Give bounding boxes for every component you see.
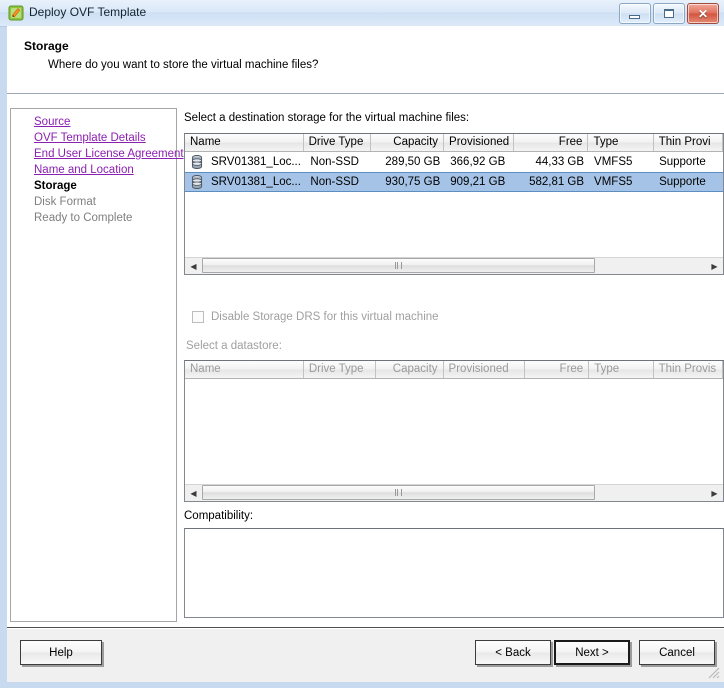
column-header-name[interactable]: Name — [185, 134, 304, 151]
datastore-icon — [191, 175, 203, 189]
cell-type: VMFS5 — [589, 173, 654, 192]
title-bar: Deploy OVF Template ✕ — [0, 0, 724, 27]
cell-thin-prov: Supporte — [654, 173, 723, 192]
wizard-steps-panel: Source OVF Template Details End User Lic… — [10, 108, 177, 622]
column-header-drive-type[interactable]: Drive Type — [304, 134, 371, 151]
cell-capacity: 930,75 GB — [372, 173, 445, 192]
back-button[interactable]: < Back — [475, 640, 551, 665]
cell-drive-type: Non-SSD — [305, 153, 372, 172]
destination-storage-table[interactable]: Name Drive Type Capacity Provisioned Fre… — [184, 133, 724, 275]
help-button[interactable]: Help — [20, 640, 102, 665]
column-header-type: Type — [589, 361, 653, 378]
ovf-template-icon — [8, 5, 24, 21]
horizontal-scrollbar: ◀ ▶ — [185, 484, 723, 501]
column-header-type[interactable]: Type — [588, 134, 653, 151]
datastore-table: Name Drive Type Capacity Provisioned Fre… — [184, 360, 724, 502]
cell-name: SRV01381_Loc... — [206, 153, 305, 172]
wizard-steps-list: Source OVF Template Details End User Lic… — [34, 114, 184, 226]
cell-type: VMFS5 — [589, 153, 654, 172]
scroll-left-icon: ◀ — [185, 485, 202, 501]
grip-icon — [395, 262, 402, 269]
column-header-free: Free — [525, 361, 589, 378]
window-controls: ✕ — [619, 3, 719, 23]
disable-sdrs-row: Disable Storage DRS for this virtual mac… — [192, 311, 439, 323]
destination-storage-caption: Select a destination storage for the vir… — [184, 112, 469, 124]
minimize-button[interactable] — [619, 3, 651, 24]
next-button[interactable]: Next > — [554, 640, 630, 665]
horizontal-scrollbar[interactable]: ◀ ▶ — [185, 257, 723, 274]
scroll-left-icon[interactable]: ◀ — [185, 258, 202, 274]
disable-sdrs-checkbox — [192, 311, 204, 323]
grip-icon — [395, 489, 402, 496]
cell-provisioned: 909,21 GB — [445, 173, 515, 192]
cell-thin-prov: Supporte — [654, 153, 723, 172]
column-header-capacity: Capacity — [376, 361, 443, 378]
cell-free: 44,33 GB — [515, 153, 589, 172]
sidebar-item-ovf-details[interactable]: OVF Template Details — [34, 130, 184, 146]
sidebar-item-name-location[interactable]: Name and Location — [34, 162, 184, 178]
page-title: Storage — [24, 39, 69, 53]
table-header-row: Name Drive Type Capacity Provisioned Fre… — [185, 361, 723, 379]
storage-content-panel: Select a destination storage for the vir… — [182, 108, 724, 622]
column-header-provisioned: Provisioned — [444, 361, 525, 378]
scrollbar-thumb[interactable] — [202, 258, 595, 273]
scrollbar-track[interactable] — [202, 258, 706, 274]
datastore-caption: Select a datastore: — [186, 340, 282, 352]
close-icon: ✕ — [688, 4, 718, 23]
cell-capacity: 289,50 GB — [372, 153, 445, 172]
column-header-free[interactable]: Free — [514, 134, 588, 151]
datastore-icon — [191, 155, 203, 169]
footer-bar: Help < Back Next > Cancel — [7, 628, 724, 682]
sidebar-item-disk-format: Disk Format — [34, 194, 184, 210]
column-header-capacity[interactable]: Capacity — [371, 134, 444, 151]
compatibility-textbox — [184, 528, 724, 618]
column-header-provisioned[interactable]: Provisioned — [444, 134, 514, 151]
cell-provisioned: 366,92 GB — [445, 153, 515, 172]
compatibility-caption: Compatibility: — [184, 510, 253, 522]
maximize-icon — [664, 9, 674, 18]
scroll-right-icon[interactable]: ▶ — [706, 258, 723, 274]
column-header-thin-prov[interactable]: Thin Provi — [654, 134, 723, 151]
table-row[interactable]: SRV01381_Loc... Non-SSD 289,50 GB 366,92… — [185, 152, 723, 172]
window-title: Deploy OVF Template — [29, 5, 146, 19]
column-header-thin-prov: Thin Provis — [654, 361, 723, 378]
cell-name: SRV01381_Loc... — [206, 173, 305, 192]
page-subtitle: Where do you want to store the virtual m… — [48, 59, 318, 71]
column-header-drive-type: Drive Type — [304, 361, 376, 378]
sidebar-item-eula[interactable]: End User License Agreement — [34, 146, 184, 162]
scrollbar-track — [202, 485, 706, 501]
disable-sdrs-label: Disable Storage DRS for this virtual mac… — [211, 311, 439, 323]
column-header-name: Name — [185, 361, 304, 378]
deploy-ovf-template-window: Deploy OVF Template ✕ Storage Where do y… — [0, 0, 724, 688]
maximize-button[interactable] — [653, 3, 685, 24]
sidebar-item-ready: Ready to Complete — [34, 210, 184, 226]
scrollbar-thumb — [202, 485, 595, 500]
table-row[interactable]: SRV01381_Loc... Non-SSD 930,75 GB 909,21… — [185, 172, 723, 192]
close-button[interactable]: ✕ — [687, 3, 719, 24]
sidebar-item-storage[interactable]: Storage — [34, 178, 184, 194]
sidebar-item-source[interactable]: Source — [34, 114, 184, 130]
cell-free: 582,81 GB — [515, 173, 589, 192]
cancel-button[interactable]: Cancel — [639, 640, 715, 665]
page-header: Storage Where do you want to store the v… — [7, 26, 724, 93]
minimize-icon — [629, 15, 640, 19]
resize-grip-icon[interactable] — [708, 667, 720, 679]
cell-drive-type: Non-SSD — [305, 173, 372, 192]
scroll-right-icon: ▶ — [706, 485, 723, 501]
table-header-row: Name Drive Type Capacity Provisioned Fre… — [185, 134, 723, 152]
